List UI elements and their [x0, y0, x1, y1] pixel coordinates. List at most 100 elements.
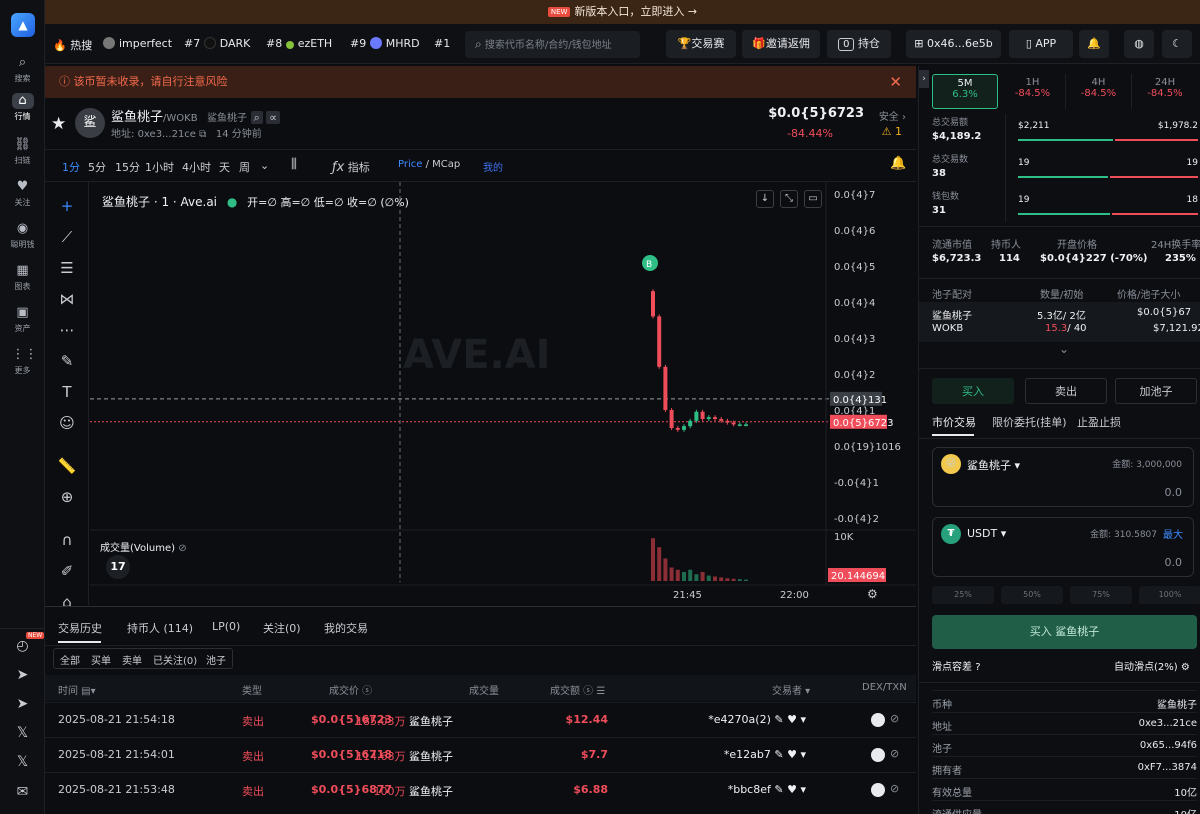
- filter-all[interactable]: 全部: [60, 652, 80, 667]
- fib-icon[interactable]: ⋯: [57, 320, 77, 340]
- horizontal-lines-icon[interactable]: ☰: [57, 258, 77, 278]
- trade-trader[interactable]: *e4270a(2) ✎ ♥ ▾: [708, 713, 806, 726]
- sidebar-item-search[interactable]: ⌕ 搜索: [0, 55, 45, 84]
- magnet-icon[interactable]: ∩: [57, 530, 77, 550]
- sidebar-item-scan[interactable]: ⛓ 扫链: [0, 137, 45, 166]
- sidebar-item-more[interactable]: ⋮⋮ 更多: [0, 347, 45, 376]
- tab-follow[interactable]: 关注(0): [263, 620, 301, 636]
- buy-tab-button[interactable]: 买入: [932, 378, 1014, 404]
- max-button[interactable]: 最大: [1163, 526, 1183, 541]
- tab-lp[interactable]: LP(0): [212, 620, 240, 633]
- col-trader[interactable]: 交易者 ▾: [772, 682, 810, 697]
- x-twitter-icon-2[interactable]: 𝕏: [0, 754, 45, 770]
- tab-holders[interactable]: 持币人 (114): [127, 620, 193, 636]
- hot-item-dark[interactable]: #7 DARK: [184, 37, 250, 50]
- add-pool-button[interactable]: 加池子: [1115, 378, 1197, 404]
- percent-button[interactable]: 50%: [1001, 586, 1063, 604]
- interval-4h[interactable]: 4小时: [182, 159, 211, 175]
- price-mcap-toggle[interactable]: Price / MCap: [398, 159, 460, 170]
- buy-submit-button[interactable]: 买入 鲨鱼桃子: [932, 615, 1197, 649]
- fullscreen-icon[interactable]: ⤡: [780, 190, 798, 208]
- language-globe-icon[interactable]: ◍: [1124, 30, 1154, 58]
- announcement-banner[interactable]: NEW 新版本入口，立即进入 →: [45, 0, 1200, 24]
- interval-15m[interactable]: 15分: [115, 159, 140, 175]
- interval-1m[interactable]: 1分: [62, 159, 80, 175]
- crosshair-icon[interactable]: +: [57, 196, 77, 216]
- percent-button[interactable]: 75%: [1070, 586, 1132, 604]
- interval-week[interactable]: 周: [239, 159, 250, 175]
- col-value[interactable]: 成交额 ⓢ ☰: [550, 682, 605, 697]
- hot-item-mhrd[interactable]: #9 MHRD: [350, 37, 420, 50]
- trade-trader[interactable]: *e12ab7 ✎ ♥ ▾: [724, 748, 806, 761]
- chevron-down-icon[interactable]: ⌄: [260, 159, 269, 172]
- filter-sell[interactable]: 卖单: [122, 652, 142, 667]
- x-twitter-icon[interactable]: 𝕏: [0, 725, 45, 741]
- app-download-button[interactable]: ▯ APP: [1009, 30, 1073, 58]
- filter-pool[interactable]: 池子: [206, 652, 226, 667]
- alert-bell-icon[interactable]: 🔔: [890, 156, 906, 171]
- ruler-icon[interactable]: 📏: [57, 456, 77, 476]
- tab-market-order[interactable]: 市价交易: [932, 414, 976, 430]
- tab-my-trades[interactable]: 我的交易: [324, 620, 368, 636]
- token-address[interactable]: 0xe3...21ce: [138, 129, 196, 140]
- timeframe-1h[interactable]: 1H -84.5%: [1000, 74, 1066, 109]
- download-icon[interactable]: ↓: [756, 190, 774, 208]
- sidebar-item-charts[interactable]: ▦ 图表: [0, 263, 45, 292]
- zoom-in-icon[interactable]: ⊕: [57, 487, 77, 507]
- brush-icon[interactable]: ✎: [57, 351, 77, 371]
- expand-chevron-icon[interactable]: ⌄: [1059, 342, 1069, 356]
- trading-contest-button[interactable]: 🏆交易赛: [666, 30, 736, 58]
- table-row[interactable]: 2025-08-21 21:54:18 卖出 $0.0{5}6723 185.03万 …: [45, 702, 916, 736]
- interval-5m[interactable]: 5分: [88, 159, 106, 175]
- search-icon[interactable]: ⌕: [250, 111, 263, 124]
- wallet-button[interactable]: ⊞ 0x46...6e5b: [906, 30, 1001, 58]
- telegram-icon-2[interactable]: ➤: [0, 696, 45, 712]
- invite-rebate-button[interactable]: 🎁邀请返佣: [742, 30, 820, 58]
- mail-icon[interactable]: ✉: [0, 784, 45, 800]
- timeframe-4h[interactable]: 4H -84.5%: [1066, 74, 1132, 109]
- table-row[interactable]: 2025-08-21 21:53:48 卖出 $0.0{5}6877 100万 鲨鱼桃…: [45, 772, 916, 806]
- holdings-button[interactable]: 0 持仓: [827, 30, 891, 58]
- filter-followed[interactable]: 已关注(0): [153, 652, 197, 667]
- theme-moon-icon[interactable]: ☾: [1162, 30, 1192, 58]
- hide-icon[interactable]: ⊘: [178, 543, 186, 554]
- percent-button[interactable]: 25%: [932, 586, 994, 604]
- receive-amount-input[interactable]: ₮ USDT ▾ 金额: 310.5807 最大 0.0: [932, 517, 1194, 577]
- tx-link-icon[interactable]: ⊘: [890, 712, 899, 725]
- chart-settings-gear-icon[interactable]: ⚙: [867, 587, 878, 601]
- timeframe-5m[interactable]: 5M 6.3%: [932, 74, 998, 109]
- history-icon[interactable]: ◴: [0, 638, 45, 654]
- tx-link-icon[interactable]: ⊘: [890, 782, 899, 795]
- tab-limit-order[interactable]: 限价委托(挂单): [992, 414, 1067, 430]
- timeframe-24h[interactable]: 24H -84.5%: [1132, 74, 1198, 109]
- tab-trade-history[interactable]: 交易历史: [58, 620, 102, 636]
- sell-amount-input[interactable]: 😜 鲨鱼桃子 ▾ 金额: 3,000,000 0.0: [932, 447, 1194, 507]
- settings-toggle-icon[interactable]: ▭: [804, 190, 822, 208]
- col-time[interactable]: 时间 ▤▾: [58, 682, 96, 697]
- sidebar-item-market[interactable]: ⌂ 行情: [0, 93, 45, 122]
- slippage-value[interactable]: 自动滑点(2%) ⚙: [1114, 658, 1190, 673]
- collapse-panel-icon[interactable]: ›: [919, 70, 929, 88]
- percent-button[interactable]: 100%: [1139, 586, 1200, 604]
- copy-icon[interactable]: ⧉: [199, 129, 206, 140]
- to-token-select[interactable]: USDT ▾: [967, 527, 1006, 540]
- notification-bell-icon[interactable]: 🔔: [1079, 30, 1109, 58]
- tx-link-icon[interactable]: ⊘: [890, 747, 899, 760]
- hot-item-imperfect[interactable]: imperfect: [103, 37, 172, 50]
- share-icon[interactable]: ∝: [266, 111, 281, 124]
- my-trades-toggle[interactable]: 我的: [483, 159, 503, 174]
- ave-logo[interactable]: ▲: [11, 13, 35, 37]
- from-token-select[interactable]: 鲨鱼桃子 ▾: [967, 457, 1020, 473]
- pattern-icon[interactable]: ⋈: [57, 289, 77, 309]
- telegram-icon[interactable]: ➤: [0, 667, 45, 683]
- close-icon[interactable]: ✕: [889, 66, 902, 98]
- filter-buy[interactable]: 买单: [91, 652, 111, 667]
- candle-type-icon[interactable]: ⫼: [291, 157, 297, 172]
- hot-item-next[interactable]: #1: [434, 37, 450, 50]
- indicators-button[interactable]: ƒx 指标: [332, 159, 370, 175]
- hot-search-label[interactable]: 🔥 热搜: [53, 37, 92, 53]
- hot-item-ezeth[interactable]: #8 ezETH: [266, 37, 332, 50]
- trade-trader[interactable]: *bbc8ef ✎ ♥ ▾: [728, 783, 806, 796]
- emoji-icon[interactable]: ☺: [57, 413, 77, 433]
- tab-tp-sl[interactable]: 止盈止损: [1077, 414, 1121, 430]
